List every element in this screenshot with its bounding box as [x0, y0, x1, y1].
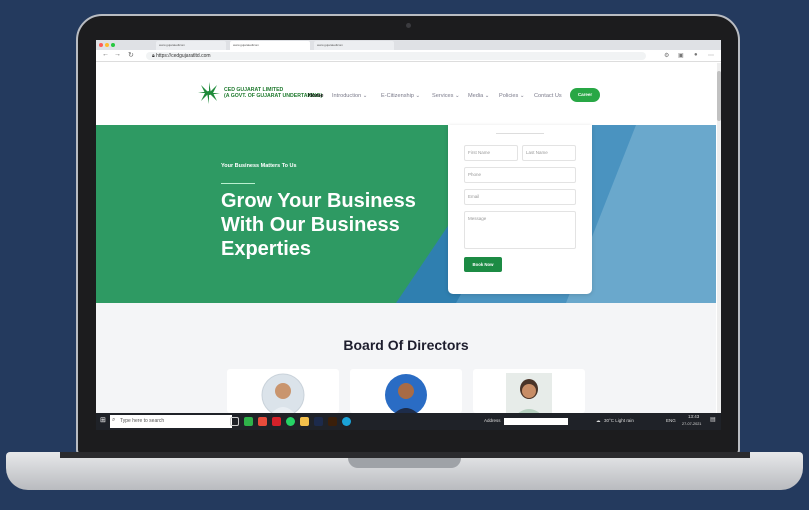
- language-indicator[interactable]: ENG: [666, 418, 676, 423]
- reload-icon[interactable]: ↻: [128, 51, 134, 59]
- browser-tab[interactable]: www.gujaratedlcom: [156, 41, 226, 50]
- search-icon: ⌕: [112, 417, 116, 423]
- windows-start-icon[interactable]: ⊞: [100, 416, 106, 424]
- director-card[interactable]: [227, 369, 339, 417]
- nav-item-home[interactable]: Home: [308, 93, 324, 99]
- web-page: CED GUJARAT LIMITED (A GOVT. OF GUJARAT …: [96, 63, 721, 417]
- nav-item-services[interactable]: Services ⌄: [432, 93, 460, 99]
- extensions-icon[interactable]: ⚙: [664, 52, 669, 59]
- career-button[interactable]: Career: [570, 88, 600, 102]
- browser-tab-active[interactable]: www.gujaratedlcom: [230, 41, 310, 50]
- camera-icon: [406, 23, 411, 28]
- close-window-icon[interactable]: [99, 43, 103, 47]
- taskbar-search[interactable]: ⌕ Type here to search: [110, 415, 232, 428]
- weather-icon: ☁: [596, 418, 601, 423]
- clock-date[interactable]: 27-07-2021: [682, 422, 701, 426]
- director-photo-1: [261, 373, 305, 417]
- board-title: Board Of Directors: [343, 337, 469, 353]
- site-header: CED GUJARAT LIMITED (A GOVT. OF GUJARAT …: [96, 63, 716, 125]
- folder-icon[interactable]: [300, 417, 309, 426]
- nav-item-policies[interactable]: Policies ⌄: [499, 93, 525, 99]
- email-field[interactable]: Email: [464, 189, 576, 205]
- maximize-window-icon[interactable]: [111, 43, 115, 47]
- nav-item-contact-us[interactable]: Contact Us: [534, 93, 562, 99]
- hero-title: Grow Your Business With Our Business Exp…: [221, 190, 416, 260]
- photoshop-icon[interactable]: [314, 417, 323, 426]
- whatsapp-icon[interactable]: [286, 417, 295, 426]
- logo-mark-icon: [198, 82, 220, 104]
- board-section: Board Of Directors: [96, 303, 716, 417]
- menu-icon[interactable]: ⋯: [708, 52, 714, 59]
- nav-item-e-citizenship[interactable]: E-Citizenship ⌄: [381, 93, 420, 99]
- nav-item-media[interactable]: Media ⌄: [468, 93, 489, 99]
- clock-time[interactable]: 13:43: [688, 414, 699, 419]
- back-icon[interactable]: ←: [102, 51, 109, 58]
- laptop-screen: www.gujaratedlcom www.gujaratedlcom www.…: [96, 40, 721, 430]
- hero-divider: [221, 183, 255, 184]
- last-name-field[interactable]: Last Name: [522, 145, 576, 161]
- director-photo-3: [506, 373, 552, 417]
- weather-text[interactable]: 30°C Light rain: [604, 418, 634, 423]
- director-photo-2: [385, 374, 427, 417]
- nav-item-introduction[interactable]: Introduction ⌄: [332, 93, 367, 99]
- first-name-field[interactable]: First Name: [464, 145, 518, 161]
- address-label: Address: [484, 418, 501, 423]
- windows-taskbar: ⊞ ⌕ Type here to search Address ☁ 30°C L…: [96, 413, 721, 430]
- browser-tab[interactable]: www.gujaratedlcom: [314, 41, 394, 50]
- address-toolbar-input[interactable]: [504, 418, 568, 425]
- phone-field[interactable]: Phone: [464, 167, 576, 183]
- forward-icon[interactable]: →: [114, 51, 121, 58]
- app-icon-red[interactable]: [258, 417, 267, 426]
- edge-icon[interactable]: [342, 417, 351, 426]
- browser-tabstrip: www.gujaratedlcom www.gujaratedlcom www.…: [96, 40, 721, 50]
- address-bar[interactable]: 🔒︎ https://cedgujaratltd.com: [146, 52, 646, 60]
- form-header-line: [496, 133, 544, 134]
- director-card[interactable]: [350, 369, 462, 417]
- message-field[interactable]: Message: [464, 211, 576, 249]
- collections-icon[interactable]: ▣: [678, 52, 684, 59]
- book-now-button[interactable]: Book Now: [464, 257, 502, 272]
- illustrator-icon[interactable]: [328, 417, 337, 426]
- task-view-icon[interactable]: [230, 417, 239, 426]
- browser-toolbar: ← → ↻ 🔒︎ https://cedgujaratltd.com ⚙ ▣ ●…: [96, 50, 721, 62]
- page-scroll-thumb[interactable]: [717, 71, 721, 121]
- url-text: https://cedgujaratltd.com: [156, 53, 211, 59]
- notifications-icon[interactable]: ▤: [710, 416, 716, 423]
- profile-icon[interactable]: ●: [694, 52, 698, 58]
- app-icon-green[interactable]: [244, 417, 253, 426]
- app-icon-pdf[interactable]: [272, 417, 281, 426]
- hero-tagline: Your Business Matters To Us: [221, 163, 297, 169]
- minimize-window-icon[interactable]: [105, 43, 109, 47]
- director-card[interactable]: [473, 369, 585, 417]
- booking-form: First Name Last Name Phone Email Message…: [448, 125, 592, 294]
- laptop-notch: [348, 458, 461, 468]
- search-placeholder: Type here to search: [120, 418, 165, 424]
- hero-section: Your Business Matters To Us Grow Your Bu…: [96, 125, 716, 303]
